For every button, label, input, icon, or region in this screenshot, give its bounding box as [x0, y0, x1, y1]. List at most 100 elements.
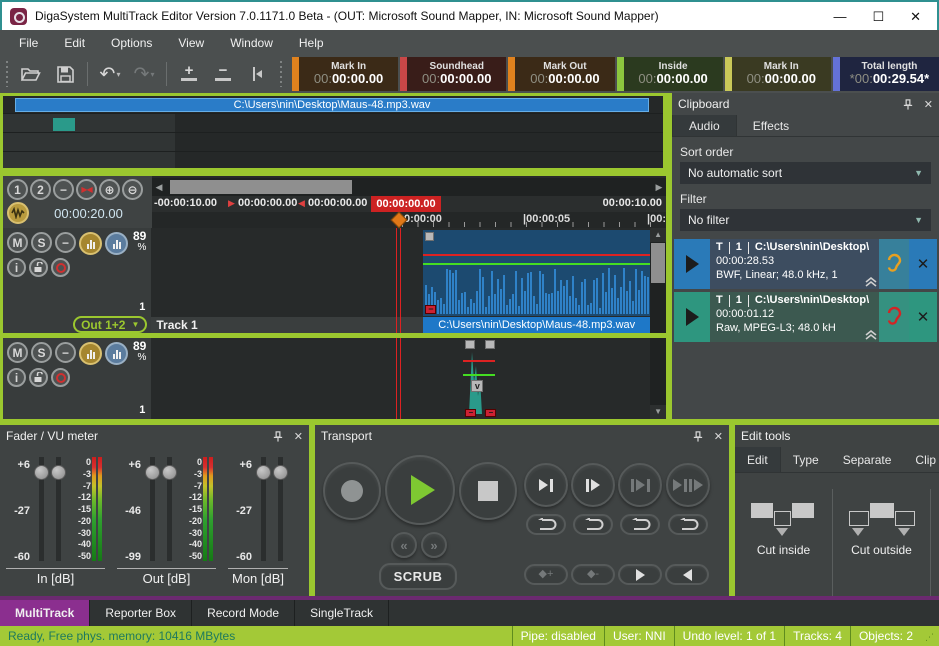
scroll-down-icon[interactable]: ▼ [650, 405, 666, 419]
maximize-button[interactable]: ☐ [872, 10, 884, 23]
next-marker-button[interactable] [618, 564, 662, 585]
clip-handle[interactable] [465, 340, 475, 349]
save-button[interactable] [52, 61, 78, 87]
clipboard-entry[interactable]: T1C:\Users\nin\Desktop\ 00:00:28.53 BWF,… [674, 239, 937, 289]
info-button[interactable]: i [7, 258, 26, 277]
sort-order-select[interactable]: No automatic sort▼ [680, 162, 931, 184]
overview-selected-clip[interactable]: C:\Users\nin\Desktop\Maus-48.mp3.wav [15, 98, 649, 112]
tab-reporter-box[interactable]: Reporter Box [90, 600, 192, 626]
timeline-ruler[interactable]: ◀ ▶ -00:00:10.00 ▶ 00:00:00.00 ◀ 00:00:0… [152, 176, 666, 228]
lock-button[interactable] [29, 368, 48, 387]
menu-file[interactable]: File [8, 33, 49, 53]
record-arm-button[interactable] [51, 368, 70, 387]
solo-button[interactable]: S [31, 342, 52, 363]
zoom-in-button[interactable]: ⊕ [99, 179, 120, 200]
remove-button[interactable]: − [210, 61, 236, 87]
collapse-track-button[interactable]: − [55, 342, 76, 363]
fader-knob[interactable] [273, 465, 288, 480]
mute-button[interactable]: M [7, 342, 28, 363]
menu-view[interactable]: View [167, 33, 215, 53]
clipboard-entry[interactable]: T1C:\Users\nin\Desktop\ 00:00:01.12 Raw,… [674, 292, 937, 342]
fader-slider[interactable] [255, 453, 271, 565]
prev-marker-button[interactable] [665, 564, 709, 585]
clip-handle[interactable] [485, 340, 495, 349]
delete-marker-button[interactable]: ◆- [571, 564, 615, 585]
track1-lane[interactable]: − Track 1 C:\Users\nin\Desktop\Maus-48.m… [151, 228, 650, 333]
clip-minus-handle[interactable]: − [485, 409, 496, 417]
meter-blue-button[interactable] [105, 342, 128, 365]
redo-button[interactable]: ↷▾ [131, 61, 157, 87]
tab-separate[interactable]: Separate [831, 447, 904, 472]
add-marker-button[interactable]: ◆+ [524, 564, 568, 585]
loop-button-1[interactable] [526, 514, 566, 535]
filter-select[interactable]: No filter▼ [680, 209, 931, 231]
resize-grip[interactable]: ⋰ [921, 626, 939, 646]
waveform-mode-button[interactable] [7, 202, 29, 224]
menu-window[interactable]: Window [219, 33, 284, 53]
clip-minus-handle[interactable]: − [425, 305, 436, 314]
clip-file-label[interactable]: C:\Users\nin\Desktop\Maus-48.mp3.wav [423, 317, 650, 333]
close-panel-icon[interactable]: ✕ [714, 430, 723, 443]
minimize-button[interactable]: — [833, 10, 846, 23]
zoom-preset2-button[interactable]: 2 [30, 179, 51, 200]
clip-green-level-line[interactable] [463, 374, 495, 376]
toolbar-grip[interactable] [279, 61, 283, 87]
fader-slider[interactable] [33, 453, 49, 565]
close-panel-icon[interactable]: ✕ [294, 430, 303, 443]
clip-v-handle[interactable]: v [471, 380, 483, 392]
fader-slider[interactable] [50, 453, 66, 565]
entry-play-button[interactable] [674, 292, 710, 342]
play-from-mark-button[interactable] [571, 463, 615, 507]
ruler-ticks[interactable]: 0:00:00 |00:00:05 |00: [152, 212, 666, 228]
rewind-button[interactable]: « [391, 532, 417, 558]
collapse-chevrons-icon[interactable] [865, 330, 877, 340]
pin-icon[interactable] [692, 430, 704, 443]
overview-small-clip[interactable] [53, 118, 75, 131]
menu-options[interactable]: Options [100, 33, 163, 53]
mark-in-flag-icon[interactable]: ▶ [228, 198, 235, 208]
goto-marker-button[interactable] [244, 61, 270, 87]
entry-prelisten-button[interactable] [879, 292, 909, 342]
pin-icon[interactable] [272, 430, 284, 443]
project-overview[interactable]: C:\Users\nin\Desktop\Maus-48.mp3.wav [0, 93, 666, 171]
menu-edit[interactable]: Edit [53, 33, 96, 53]
scroll-left-icon[interactable]: ◀ [152, 182, 166, 193]
fader-knob[interactable] [162, 465, 177, 480]
play-between-marks-button[interactable] [618, 463, 662, 507]
track1-vscrollbar[interactable]: ▲ [650, 228, 666, 333]
meter-gold-button[interactable] [79, 342, 102, 365]
play-to-mark-button[interactable] [524, 463, 568, 507]
fader-knob[interactable] [51, 465, 66, 480]
play-around-marks-button[interactable] [666, 463, 710, 507]
mark-out-flag-icon[interactable]: ◀ [298, 198, 305, 208]
zoom-preset1-button[interactable]: 1 [7, 179, 28, 200]
timeline-scrollbar[interactable]: ◀ ▶ [152, 178, 666, 196]
collapse-track-button[interactable]: − [55, 232, 76, 253]
loop-button-4[interactable] [668, 514, 708, 535]
output-routing-select[interactable]: Out 1+2▼ [73, 316, 147, 333]
track-name[interactable]: Track 1 [151, 318, 197, 332]
tab-edit[interactable]: Edit [735, 447, 781, 472]
play-button[interactable] [385, 455, 455, 525]
close-panel-icon[interactable]: ✕ [924, 98, 933, 111]
scroll-up-icon[interactable]: ▲ [650, 228, 666, 242]
mute-button[interactable]: M [7, 232, 28, 253]
tab-singletrack[interactable]: SingleTrack [295, 600, 389, 626]
cut-inside-tool[interactable]: Cut inside [735, 489, 833, 596]
record-arm-button[interactable] [51, 258, 70, 277]
collapse-chevrons-icon[interactable] [865, 277, 877, 287]
vscrollbar-thumb[interactable] [651, 243, 665, 283]
tab-record-mode[interactable]: Record Mode [192, 600, 295, 626]
tab-multitrack[interactable]: MultiTrack [0, 600, 90, 626]
clip-red-level-line[interactable] [423, 254, 650, 256]
fader-knob[interactable] [145, 465, 160, 480]
fader-knob[interactable] [34, 465, 49, 480]
audio-clip-1[interactable]: − [423, 230, 650, 316]
meter-gold-button[interactable] [79, 232, 102, 255]
clip-green-level-line[interactable] [423, 263, 650, 265]
tab-type[interactable]: Type [781, 447, 831, 472]
tab-effects[interactable]: Effects [737, 115, 805, 136]
add-button[interactable]: + [176, 61, 202, 87]
pin-icon[interactable] [902, 98, 914, 111]
scrub-button[interactable]: SCRUB [379, 563, 457, 590]
